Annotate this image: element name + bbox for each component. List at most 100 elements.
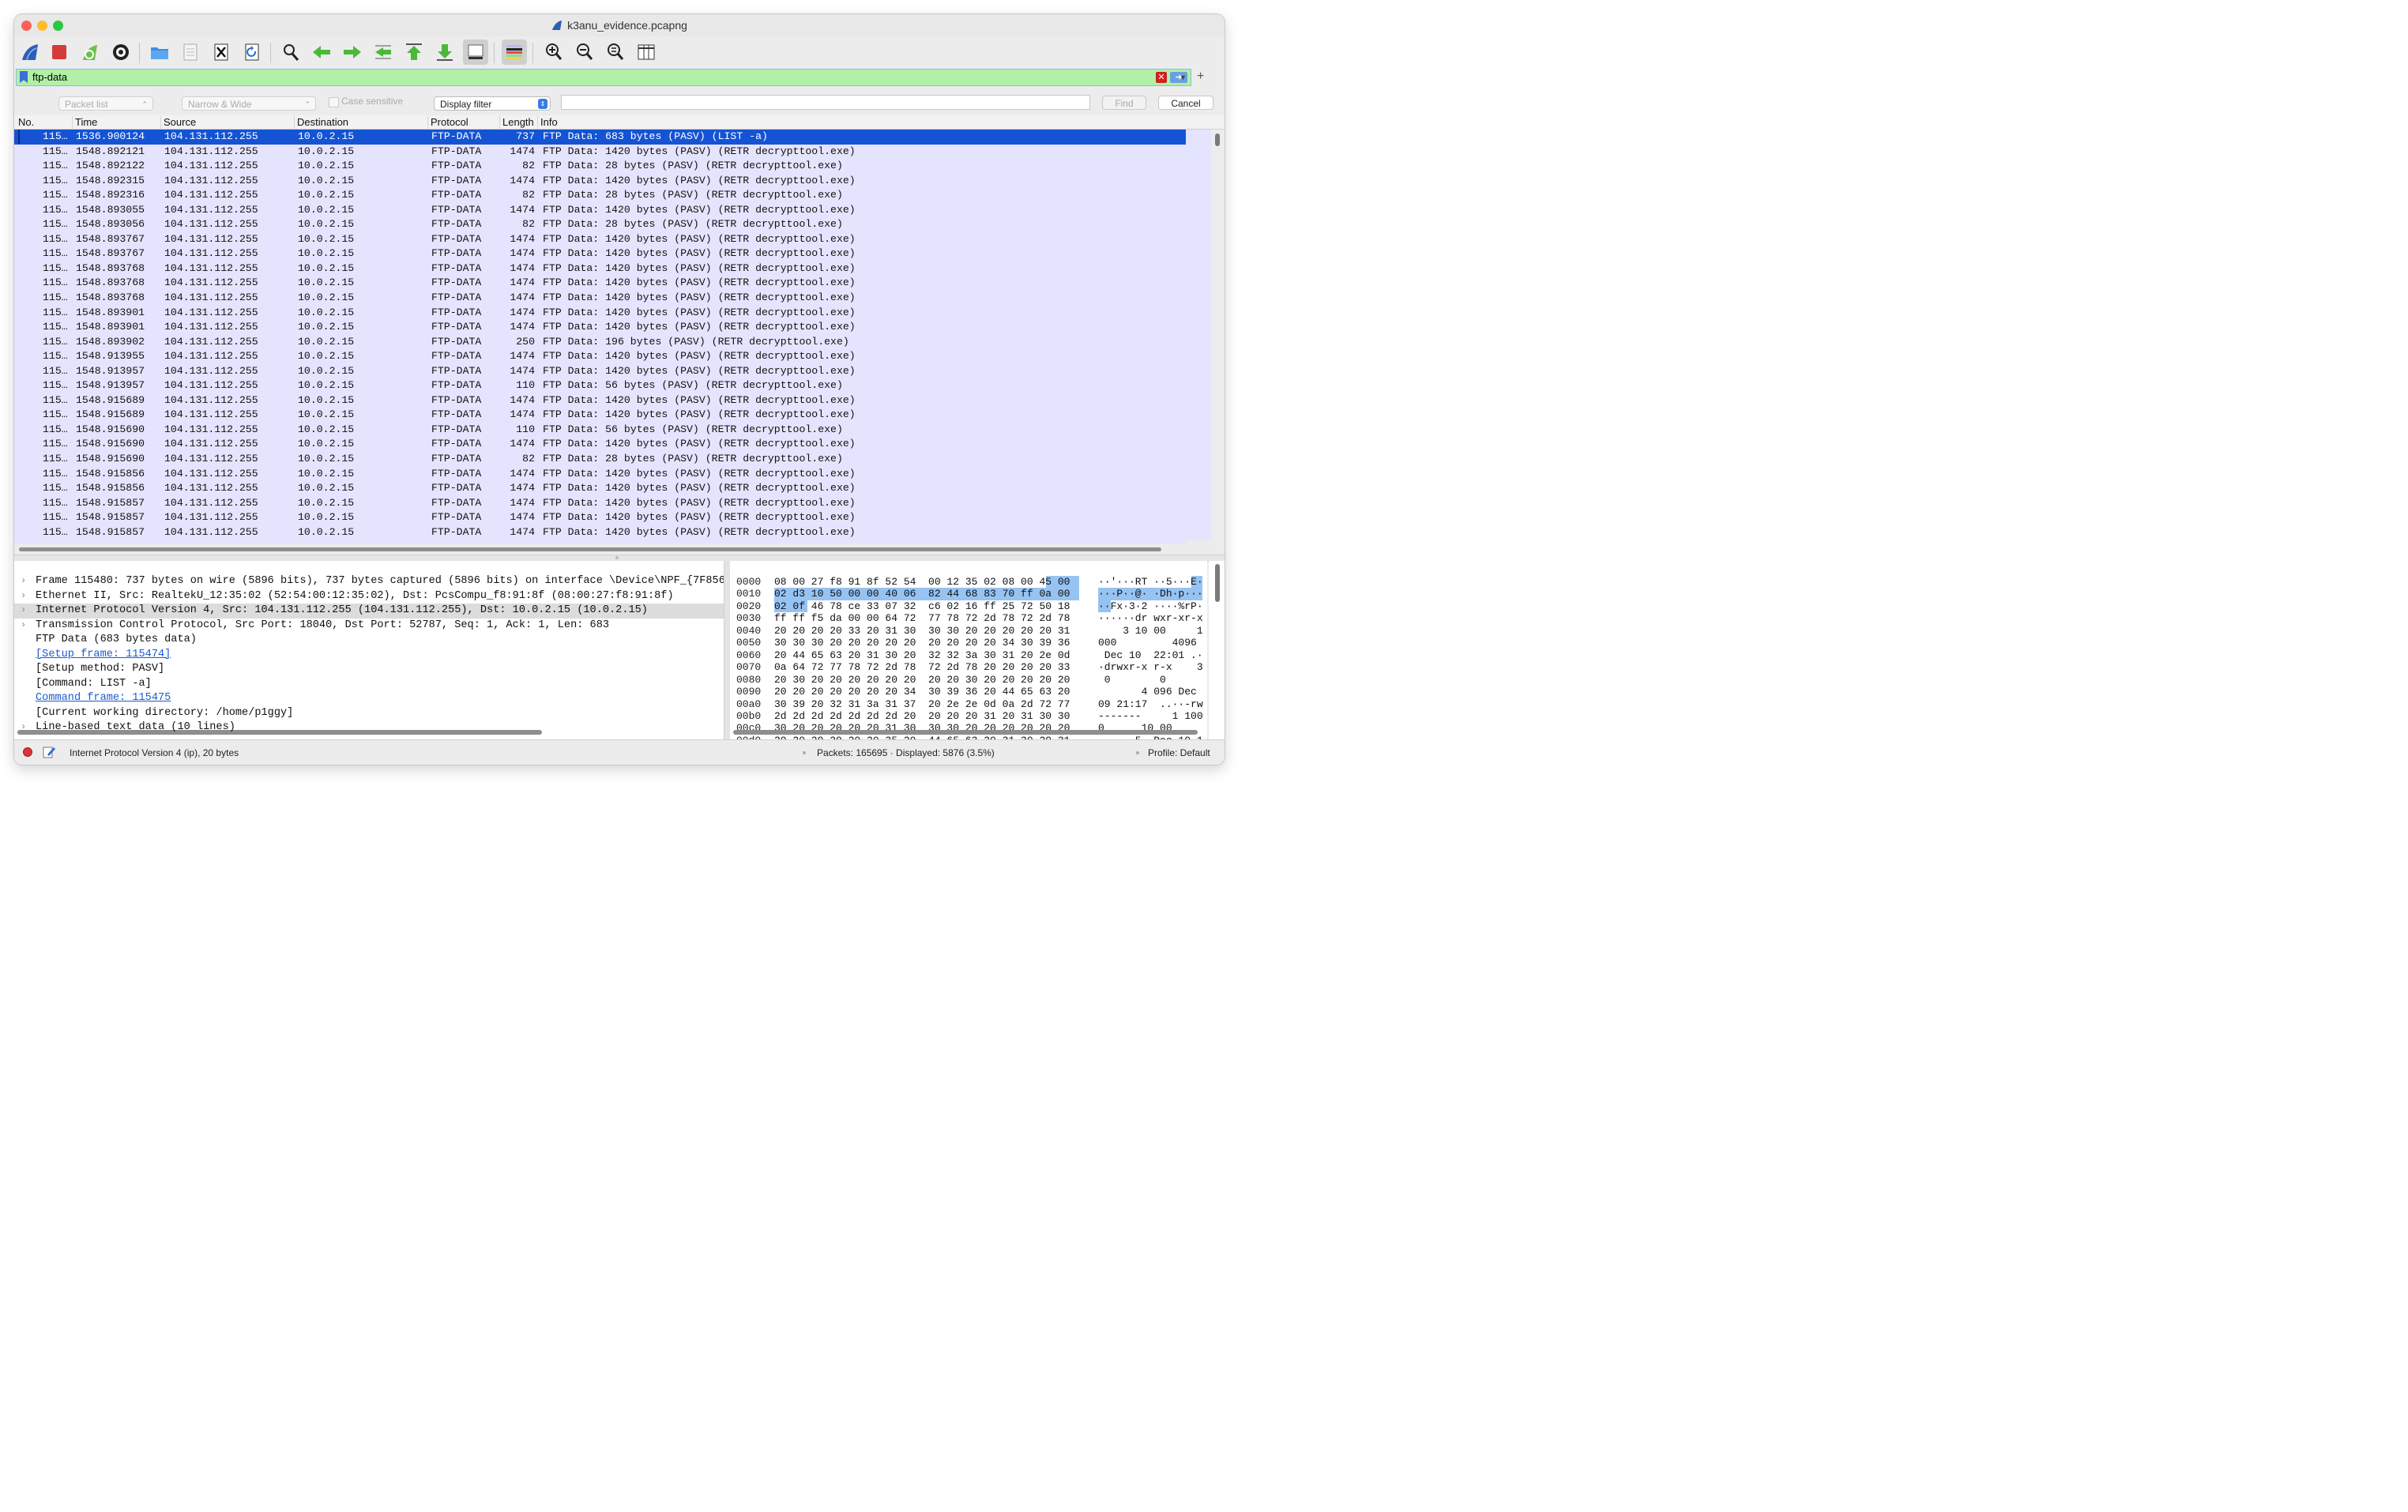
bytes-vscrollbar[interactable] — [1209, 561, 1225, 739]
colorize-icon[interactable] — [502, 39, 527, 65]
detail-tree-row[interactable]: [Current working directory: /home/p1ggy] — [14, 706, 724, 721]
add-filter-button-icon[interactable]: + — [1197, 70, 1204, 84]
packet-row[interactable]: 115… 1548.893901 104.131.112.255 10.0.2.15 F… — [14, 320, 1186, 335]
find-packet-icon[interactable] — [278, 39, 303, 65]
column-header-no[interactable]: No. — [14, 116, 73, 129]
packet-row[interactable]: 115… 1548.893768 104.131.112.255 10.0.2.15 F… — [14, 291, 1186, 306]
restart-capture-icon[interactable] — [77, 39, 103, 65]
capture-options-icon[interactable] — [108, 39, 134, 65]
detail-tree-row[interactable]: [Setup method: PASV] — [14, 662, 724, 677]
byte-row[interactable]: 0010 02 d3 10 50 00 00 40 06 82 44 68 83 … — [730, 588, 1207, 600]
detail-tree-row[interactable]: [Setup frame: 115474] — [14, 648, 724, 663]
go-back-icon[interactable] — [309, 39, 334, 65]
byte-row[interactable]: 0030 ff ff f5 da 00 00 64 72 77 78 72 2d … — [730, 612, 1207, 624]
hscroll-thumb[interactable] — [19, 547, 1161, 551]
packet-row[interactable]: 115… 1548.892121 104.131.112.255 10.0.2.15 F… — [14, 145, 1186, 160]
packet-list-hscrollbar[interactable] — [14, 543, 1186, 555]
byte-row[interactable]: 0060 20 44 65 63 20 31 30 20 32 32 3a 30 … — [730, 649, 1207, 661]
find-search-input[interactable] — [561, 95, 1090, 110]
bytes-hscrollbar[interactable] — [730, 725, 1207, 739]
autoscroll-icon[interactable] — [463, 39, 488, 65]
packet-row[interactable]: 115… 1548.893768 104.131.112.255 10.0.2.15 F… — [14, 276, 1186, 291]
byte-row[interactable]: 0080 20 30 20 20 20 20 20 20 20 20 30 20 … — [730, 674, 1207, 686]
packet-row[interactable]: 115… 1548.892122 104.131.112.255 10.0.2.15 F… — [14, 159, 1186, 174]
packet-row[interactable]: 115… 1548.893901 104.131.112.255 10.0.2.15 F… — [14, 306, 1186, 321]
zoom-out-icon[interactable] — [572, 39, 597, 65]
close-file-icon[interactable] — [209, 39, 234, 65]
byte-row[interactable]: 0020 02 0f 46 78 ce 33 07 32 c6 02 16 ff … — [730, 600, 1207, 612]
column-header-destination[interactable]: Destination — [294, 116, 427, 129]
search-scope-select[interactable]: Packet list ⌃ — [58, 96, 153, 111]
expand-chevron-icon[interactable]: › — [21, 604, 27, 615]
packet-row[interactable]: 115… 1548.913957 104.131.112.255 10.0.2.15 F… — [14, 364, 1186, 379]
detail-link[interactable]: [Setup frame: 115474] — [36, 649, 171, 660]
zoom-in-icon[interactable] — [541, 39, 566, 65]
display-filter-bar[interactable]: ftp-data ✕ ➜ — [16, 69, 1191, 86]
detail-link[interactable]: Command frame: 115475 — [36, 692, 171, 704]
detail-tree-row[interactable]: Command frame: 115475 — [14, 691, 724, 706]
packet-row[interactable]: 115… 1548.915690 104.131.112.255 10.0.2.15 F… — [14, 452, 1186, 467]
byte-row[interactable]: 0000 08 00 27 f8 91 8f 52 54 00 12 35 02 … — [730, 576, 1207, 588]
packet-row[interactable]: 115… 1548.915857 104.131.112.255 10.0.2.15 F… — [14, 496, 1186, 511]
packet-row[interactable]: 115… 1548.893768 104.131.112.255 10.0.2.15 F… — [14, 261, 1186, 276]
vscroll-thumb[interactable] — [1215, 134, 1220, 146]
byte-row[interactable]: 00b0 2d 2d 2d 2d 2d 2d 2d 20 20 20 20 31 … — [730, 710, 1207, 722]
packet-row[interactable]: 115… 1548.915689 104.131.112.255 10.0.2.15 F… — [14, 408, 1186, 423]
packet-row[interactable]: 115… 1536.900124 104.131.112.255 10.0.2.15 F… — [14, 130, 1186, 145]
packet-row[interactable]: 115… 1548.915856 104.131.112.255 10.0.2.15 F… — [14, 481, 1186, 496]
packet-row[interactable]: 115… 1548.893767 104.131.112.255 10.0.2.15 F… — [14, 246, 1186, 261]
stop-capture-icon[interactable] — [47, 39, 72, 65]
packet-row[interactable]: 115… 1548.892316 104.131.112.255 10.0.2.15 F… — [14, 188, 1186, 203]
detail-tree-row[interactable]: FTP Data (683 bytes data) — [14, 633, 724, 648]
packet-row[interactable]: 115… 1548.915690 104.131.112.255 10.0.2.15 F… — [14, 437, 1186, 452]
packet-row[interactable]: 115… 1548.915690 104.131.112.255 10.0.2.15 F… — [14, 423, 1186, 438]
packet-row[interactable]: 115… 1548.915689 104.131.112.255 10.0.2.15 F… — [14, 393, 1186, 408]
detail-tree-row[interactable]: › Line-based text data (10 lines) — [14, 720, 724, 735]
expand-chevron-icon[interactable]: › — [21, 590, 27, 601]
go-last-icon[interactable] — [432, 39, 457, 65]
column-header-info[interactable]: Info — [537, 116, 1188, 129]
status-profile[interactable]: Profile: Default — [1148, 747, 1210, 758]
packet-row[interactable]: 115… 1548.915856 104.131.112.255 10.0.2.15 F… — [14, 467, 1186, 482]
byte-row[interactable]: 00a0 30 39 20 32 31 3a 31 37 20 2e 2e 0d … — [730, 698, 1207, 710]
packet-list-vscrollbar[interactable] — [1214, 131, 1221, 542]
packet-row[interactable]: 115… 1548.892315 104.131.112.255 10.0.2.15 F… — [14, 174, 1186, 189]
column-header-source[interactable]: Source — [160, 116, 293, 129]
detail-tree-row[interactable]: › Internet Protocol Version 4, Src: 104.1… — [14, 604, 724, 619]
packet-row[interactable]: 115… 1548.915857 104.131.112.255 10.0.2.15 F… — [14, 510, 1186, 525]
packet-row[interactable]: 115… 1548.893056 104.131.112.255 10.0.2.15 F… — [14, 217, 1186, 232]
go-first-icon[interactable] — [401, 39, 427, 65]
char-width-select[interactable]: Narrow & Wide ⌃ — [182, 96, 316, 111]
column-header-time[interactable]: Time — [72, 116, 160, 129]
column-header-protocol[interactable]: Protocol — [427, 116, 499, 129]
detail-tree-row[interactable]: [Command: LIST -a] — [14, 677, 724, 692]
expand-chevron-icon[interactable]: › — [21, 575, 27, 586]
detail-tree-row[interactable]: › Ethernet II, Src: RealtekU_12:35:02 (52… — [14, 589, 724, 604]
packet-minimap[interactable] — [1186, 130, 1211, 540]
byte-row[interactable]: 0040 20 20 20 20 33 20 31 30 30 30 20 20 … — [730, 625, 1207, 637]
go-forward-icon[interactable] — [340, 39, 365, 65]
column-header-length[interactable]: Length — [499, 116, 537, 129]
byte-row[interactable]: 0050 30 30 30 20 20 20 20 20 20 20 20 20 … — [730, 637, 1207, 649]
packet-row[interactable]: 115… 1548.915857 104.131.112.255 10.0.2.15 F… — [14, 525, 1186, 540]
start-capture-icon[interactable] — [17, 39, 43, 65]
packet-row[interactable]: 115… 1548.893055 104.131.112.255 10.0.2.15 F… — [14, 203, 1186, 218]
capture-comment-icon[interactable] — [42, 745, 56, 759]
expand-chevron-icon[interactable]: › — [21, 619, 27, 630]
cancel-button[interactable]: Cancel — [1158, 96, 1213, 110]
byte-row[interactable]: 0090 20 20 20 20 20 20 20 34 30 39 36 20 … — [730, 686, 1207, 698]
open-file-icon[interactable] — [147, 39, 172, 65]
display-filter-input[interactable]: ftp-data — [32, 71, 67, 83]
clear-filter-icon[interactable]: ✕ — [1156, 72, 1167, 83]
detail-tree-row[interactable]: › Transmission Control Protocol, Src Port… — [14, 619, 724, 634]
packet-row[interactable]: 115… 1548.913957 104.131.112.255 10.0.2.15 F… — [14, 378, 1186, 393]
normal-size-icon[interactable] — [603, 39, 628, 65]
packet-row[interactable]: 115… 1548.893902 104.131.112.255 10.0.2.15 F… — [14, 335, 1186, 350]
bytes-vscroll-thumb[interactable] — [1215, 564, 1220, 602]
packet-row[interactable]: 115… 1548.893767 104.131.112.255 10.0.2.15 F… — [14, 232, 1186, 247]
resize-columns-icon[interactable] — [634, 39, 659, 65]
go-to-packet-icon[interactable] — [371, 39, 396, 65]
expand-chevron-icon[interactable]: › — [21, 721, 27, 732]
packet-row[interactable]: 115… 1548.913955 104.131.112.255 10.0.2.15 F… — [14, 349, 1186, 364]
filter-bookmark-icon[interactable] — [20, 71, 28, 83]
